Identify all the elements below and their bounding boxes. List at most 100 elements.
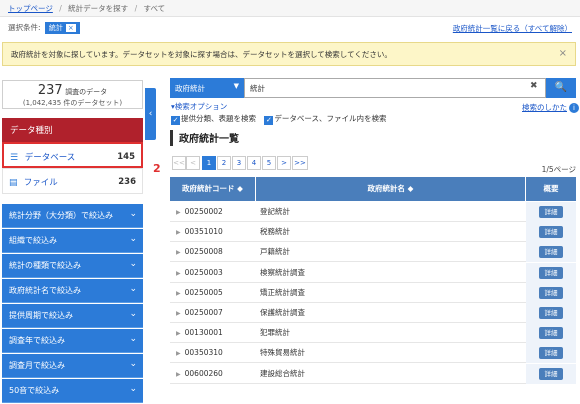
page-first-button[interactable]: << [172, 156, 186, 170]
stat-code[interactable]: ▶ 00600260 [170, 364, 256, 384]
detail-cell: 詳細 [526, 282, 576, 303]
stat-name: 税務統計 [260, 227, 290, 237]
stat-code[interactable]: ▶ 00250005 [170, 283, 256, 303]
stat-code[interactable]: ▶ 00250002 [170, 202, 256, 222]
filter-kana[interactable]: 50音で絞込み ⌄ [2, 379, 143, 403]
search-input[interactable] [244, 78, 546, 98]
stat-code[interactable]: ▶ 00250008 [170, 242, 256, 262]
checkbox-checked-icon[interactable]: ✓ [264, 116, 274, 125]
stat-code[interactable]: ▶ 00350310 [170, 343, 256, 363]
detail-button[interactable]: 詳細 [539, 367, 563, 380]
filter-label: 50音で絞込み [9, 386, 60, 395]
detail-cell: 詳細 [526, 303, 576, 323]
search-icon: 🔍 [554, 82, 568, 93]
page-last-button[interactable]: >> [292, 156, 308, 170]
data-type-label: ファイル [23, 178, 58, 188]
table-row: ▶ 00250003 検察統計調査 詳細 [170, 262, 576, 283]
row-arrow-icon: ▶ [176, 209, 181, 216]
filter-survey-month[interactable]: 調査月で絞込み ⌄ [2, 354, 143, 378]
checkbox-checked-icon[interactable]: ✓ [171, 116, 180, 125]
filter-cycle[interactable]: 提供周期で絞込み ⌄ [2, 304, 143, 328]
stat-code-value: 00351010 [184, 227, 223, 237]
breadcrumb: トップページ / 統計データを探す / すべて [0, 0, 580, 17]
page-button[interactable]: 1 [202, 156, 216, 170]
detail-button[interactable]: 詳細 [539, 266, 563, 279]
back-to-list-link[interactable]: 政府統計一覧に戻る（すべて解除） [453, 23, 572, 34]
column-header-name[interactable]: 政府統計名 ◆ [256, 177, 526, 201]
detail-button[interactable]: 詳細 [539, 206, 563, 218]
detail-button[interactable]: 詳細 [539, 307, 563, 319]
checkbox-label: 提供分類、表題を検索 [181, 114, 256, 123]
info-icon: i [569, 103, 579, 113]
page-button[interactable]: 5 [262, 156, 276, 170]
stat-name: 保護統計調査 [260, 308, 305, 317]
filter-field-category[interactable]: 統計分野（大分類）で絞込み ⌄ [2, 204, 143, 228]
page-next-button[interactable]: > [277, 156, 291, 170]
page-info: 1/5ページ [541, 165, 576, 174]
detail-cell: 詳細 [526, 242, 576, 263]
data-type-count: 145 [117, 152, 135, 162]
search-button[interactable]: 🔍 [546, 78, 576, 98]
banner-text: 政府統計を対象に探しています。データセットを対象に探す場合は、データセットを選択… [11, 50, 392, 59]
result-count-box: 237 調査のデータ (1,042,435 件のデータセット) [2, 80, 143, 109]
stat-name: 犯罪統計 [260, 328, 290, 338]
detail-button[interactable]: 詳細 [539, 347, 563, 360]
detail-button[interactable]: 詳細 [539, 286, 563, 299]
search-bar: 政府統計 ▼ ✖ 🔍 [170, 78, 576, 98]
filter-stat-type[interactable]: 統計の種類で絞込み ⌄ [2, 254, 143, 278]
row-arrow-icon: ▶ [176, 269, 181, 277]
filter-stat-name[interactable]: 政府統計名で絞込み ⌄ [2, 279, 143, 303]
stat-code[interactable]: ▶ 00351010 [170, 222, 256, 242]
data-type-label: データベース [24, 153, 76, 163]
filter-organization[interactable]: 組織で絞込み ⌄ [2, 229, 143, 253]
stat-name: 登記統計 [260, 207, 290, 216]
detail-button[interactable]: 詳細 [539, 246, 563, 259]
table-row: ▶ 00130001 犯罪統計 詳細 [170, 323, 576, 344]
file-icon: ▤ [9, 178, 18, 188]
info-banner: 政府統計を対象に探しています。データセットを対象に探す場合は、データセットを選択… [2, 42, 576, 66]
data-type-database[interactable]: ☰ データベース 145 [2, 142, 143, 168]
data-type-count: 236 [118, 177, 136, 187]
stat-code-value: 00250005 [184, 287, 223, 297]
page-button[interactable]: 2 [217, 156, 231, 170]
stat-code[interactable]: ▶ 00250003 [170, 263, 256, 283]
detail-button[interactable]: 詳細 [539, 226, 563, 239]
breadcrumb-home[interactable]: トップページ [8, 4, 53, 13]
breadcrumb-search[interactable]: 統計データを探す [68, 4, 128, 13]
stat-code-value: 00250007 [184, 308, 223, 317]
stat-name: 検察統計調査 [260, 267, 305, 277]
stat-code-value: 00600260 [184, 368, 223, 378]
stat-code[interactable]: ▶ 00130001 [170, 323, 256, 343]
filter-label: 提供周期で絞込み [9, 311, 73, 320]
page-button[interactable]: 3 [232, 156, 246, 170]
stat-code-value: 00250002 [184, 207, 223, 216]
table-row: ▶ 00351010 税務統計 詳細 [170, 222, 576, 243]
search-howto-link[interactable]: 検索のしかた i [522, 102, 579, 113]
filter-label: 調査年で絞込み [9, 336, 65, 345]
clear-icon[interactable]: ✖ [530, 81, 538, 91]
banner-close-icon[interactable]: × [559, 48, 567, 59]
stat-code-value: 00250003 [184, 267, 223, 277]
stat-name: 戸籍統計 [260, 247, 290, 257]
search-options-link[interactable]: ▾検索オプション [171, 101, 227, 112]
row-arrow-icon: ▶ [176, 370, 181, 378]
data-type-file[interactable]: ▤ ファイル 236 [2, 168, 143, 194]
column-header-code[interactable]: 政府統計コード ◆ [170, 177, 256, 201]
stat-code[interactable]: ▶ 00250007 [170, 303, 256, 323]
condition-remove-icon[interactable]: × [65, 24, 76, 32]
search-scope-select[interactable]: 政府統計 ▼ [170, 78, 244, 98]
filter-survey-year[interactable]: 調査年で絞込み ⌄ [2, 329, 143, 353]
stat-code-value: 00250008 [184, 247, 223, 257]
chevron-down-icon: ⌄ [129, 309, 137, 319]
sidebar-collapse-button[interactable]: ‹ [145, 88, 156, 140]
page-prev-button[interactable]: < [186, 156, 200, 170]
howto-label: 検索のしかた [522, 103, 567, 112]
filter-label: 政府統計名で絞込み [9, 286, 81, 295]
row-arrow-icon: ▶ [176, 350, 181, 358]
stat-name: 矯正統計調査 [260, 287, 305, 297]
chevron-down-icon: ⌄ [129, 259, 137, 269]
checkbox-label: データベース、ファイル内を検索 [274, 114, 387, 123]
detail-button[interactable]: 詳細 [539, 327, 563, 340]
page-button[interactable]: 4 [247, 156, 261, 170]
survey-count: 237 [37, 83, 63, 98]
